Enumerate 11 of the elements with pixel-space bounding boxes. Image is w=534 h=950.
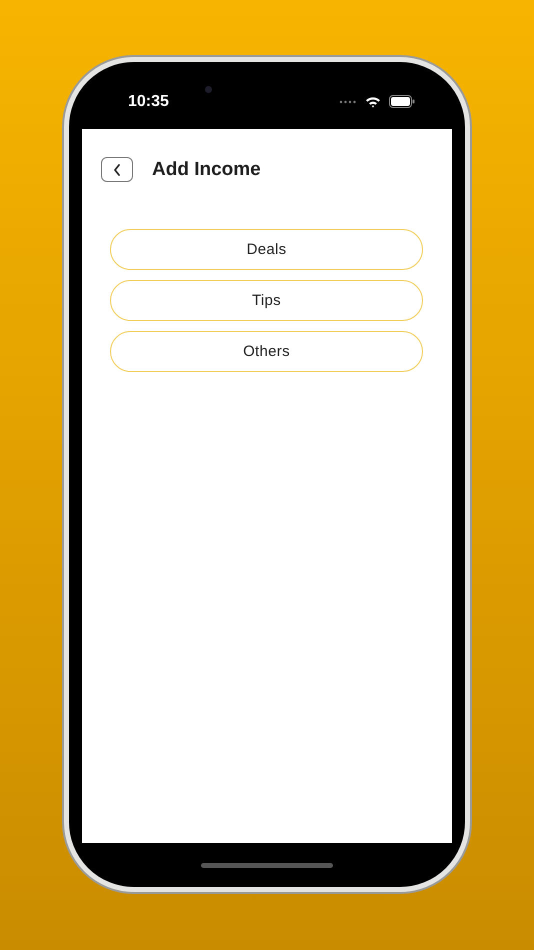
battery-icon [389, 95, 415, 108]
front-camera [205, 86, 212, 93]
back-button[interactable] [101, 157, 133, 182]
option-button[interactable]: Tips [110, 280, 423, 321]
wifi-icon [365, 96, 381, 108]
page-title: Add Income [152, 158, 261, 180]
chevron-left-icon [112, 162, 122, 176]
option-button[interactable]: Others [110, 331, 423, 372]
option-button[interactable]: Deals [110, 229, 423, 270]
status-time: 10:35 [128, 92, 169, 110]
signal-dots-icon [339, 100, 357, 104]
